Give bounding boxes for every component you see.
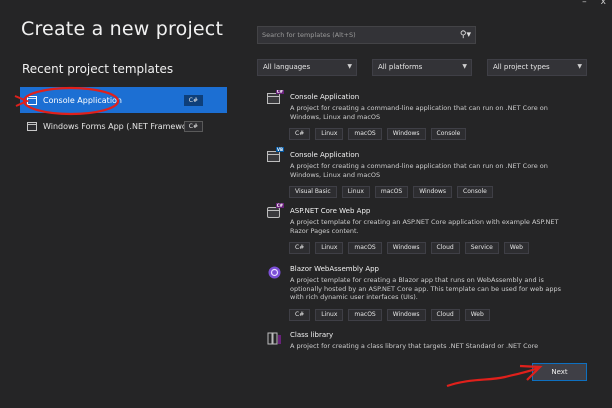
blazor-icon [267, 265, 282, 280]
language-badge: C# [183, 121, 203, 132]
console-app-icon: C# [267, 90, 284, 108]
recent-item-label: Console Application [43, 95, 122, 105]
template-name: Blazor WebAssembly App [290, 265, 379, 273]
tag: C# [289, 242, 311, 254]
tag: Console [430, 128, 467, 140]
red-arrow-annotation-next [446, 366, 539, 388]
tag: Cloud [430, 309, 460, 321]
search-placeholder: Search for templates (Alt+S) [262, 31, 356, 39]
tag: C# [289, 309, 311, 321]
template-blazor-webassembly[interactable]: Blazor WebAssembly App A project templat… [257, 265, 587, 329]
window-controls: – x [582, 0, 606, 7]
project-type-filter-value: All project types [493, 63, 550, 71]
template-description: A project for creating a class library t… [290, 342, 539, 350]
template-tags: C# Linux macOS Windows Cloud Web [289, 309, 490, 321]
language-filter-dropdown[interactable]: All languages ▼ [257, 59, 357, 76]
tag: macOS [348, 128, 382, 140]
tag: C# [289, 128, 311, 140]
template-name: Console Application [290, 93, 360, 101]
tag: Web [464, 309, 490, 321]
template-description: A project template for creating a Blazor… [290, 276, 562, 301]
tag: Windows [386, 128, 426, 140]
template-console-vb[interactable]: VB Console Application A project for cre… [257, 147, 587, 201]
platform-filter-value: All platforms [378, 63, 423, 71]
tag: Linux [315, 128, 344, 140]
project-type-filter-dropdown[interactable]: All project types ▼ [487, 59, 587, 76]
chevron-down-icon: ▼ [347, 63, 352, 70]
tag: Windows [386, 309, 426, 321]
next-button[interactable]: Next [532, 363, 587, 381]
language-filter-value: All languages [263, 63, 311, 71]
template-name: Console Application [290, 151, 360, 159]
search-icon[interactable]: ⚲▾ [460, 30, 471, 40]
template-class-library[interactable]: Class library A project for creating a c… [257, 331, 587, 352]
tag: Cloud [430, 242, 460, 254]
tag: Service [464, 242, 499, 254]
recent-item-windows-forms[interactable]: Windows Forms App (.NET Framework) C# [20, 113, 227, 139]
tag: Console [457, 186, 493, 198]
template-search-input[interactable]: Search for templates (Alt+S) ⚲▾ [257, 26, 476, 44]
console-app-icon: VB [267, 147, 284, 166]
recent-item-console-application[interactable]: Console Application C# [20, 87, 227, 113]
windows-forms-icon [27, 121, 37, 131]
template-description: A project for creating a command-line ap… [290, 162, 548, 179]
chevron-down-icon: ▼ [462, 63, 467, 70]
recent-templates-list: Console Application C# Windows Forms App… [20, 87, 227, 139]
chevron-down-icon: ▼ [577, 63, 582, 70]
tag: macOS [374, 186, 409, 198]
template-list: C# Console Application A project for cre… [257, 90, 597, 352]
tag: Windows [413, 186, 453, 198]
language-badge: C# [183, 95, 203, 106]
template-description: A project for creating a command-line ap… [290, 104, 548, 121]
template-tags: C# Linux macOS Windows Cloud Service Web [289, 242, 529, 254]
template-description: A project template for creating an ASP.N… [290, 218, 559, 235]
tag: Linux [315, 309, 344, 321]
console-app-icon [27, 95, 37, 105]
close-button[interactable]: x [601, 0, 606, 7]
template-name: Class library [290, 331, 334, 339]
tag: Windows [386, 242, 426, 254]
platform-filter-dropdown[interactable]: All platforms ▼ [372, 59, 472, 76]
tag: macOS [348, 242, 382, 254]
template-tags: C# Linux macOS Windows Console [289, 128, 467, 140]
tag: Web [503, 242, 529, 254]
recent-item-label: Windows Forms App (.NET Framework) [43, 121, 198, 131]
recent-templates-heading: Recent project templates [22, 62, 174, 76]
template-aspnet-core-web-app[interactable]: C# ASP.NET Core Web App A project templa… [257, 203, 587, 257]
template-tags: Visual Basic Linux macOS Windows Console [289, 186, 493, 198]
tag: macOS [348, 309, 382, 321]
minimize-button[interactable]: – [582, 0, 587, 7]
template-console-csharp[interactable]: C# Console Application A project for cre… [257, 90, 587, 143]
template-name: ASP.NET Core Web App [290, 207, 371, 215]
class-library-icon [267, 331, 282, 346]
tag: Linux [341, 186, 370, 198]
tag: Linux [315, 242, 344, 254]
tag: Visual Basic [289, 186, 337, 198]
page-title: Create a new project [21, 18, 224, 40]
web-app-icon: C# [267, 203, 284, 222]
